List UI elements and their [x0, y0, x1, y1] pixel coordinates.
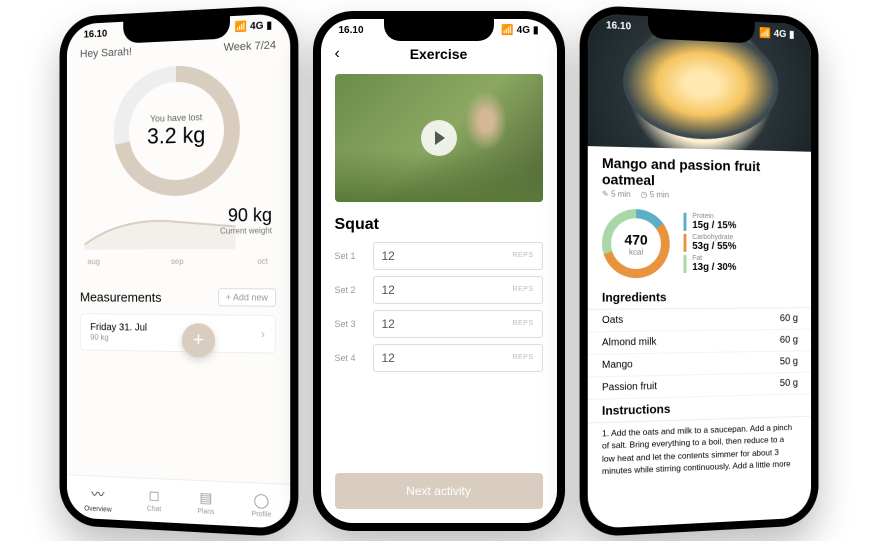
current-weight: 90 kg: [220, 204, 272, 226]
next-activity-button[interactable]: Next activity: [335, 473, 543, 509]
set-row: Set 3 12REPS: [335, 310, 543, 338]
recipe-title: Mango and passion fruit oatmeal: [587, 146, 810, 193]
week-indicator: Week 7/24: [223, 39, 275, 54]
month-label: aug: [87, 257, 100, 266]
status-time: 16.10: [606, 20, 631, 32]
month-label: sep: [171, 256, 184, 265]
calories-value: 470: [624, 230, 647, 246]
measurements-title: Measurements: [79, 289, 161, 304]
measurement-card[interactable]: Friday 31. Jul 90 kg › +: [79, 313, 275, 354]
current-weight-label: Current weight: [220, 226, 272, 236]
ingredient-name: Passion fruit: [601, 381, 656, 393]
status-time: 16.10: [83, 28, 106, 40]
tab-plans[interactable]: ▤Plans: [197, 488, 214, 518]
back-button[interactable]: ‹: [335, 45, 340, 63]
macro-fat: Fat13g / 30%: [683, 254, 798, 272]
set-label: Set 3: [335, 319, 365, 329]
status-signal: 4G: [773, 28, 786, 39]
exercise-name: Squat: [335, 216, 543, 234]
profile-icon: ◯: [251, 491, 271, 509]
reps-input[interactable]: 12REPS: [373, 276, 543, 304]
ingredients-title: Ingredients: [587, 285, 810, 309]
ingredient-row: Oats 60 g: [587, 308, 810, 332]
status-signal: 4G: [250, 20, 263, 32]
macro-protein: Protein15g / 15%: [683, 212, 798, 231]
page-title: Exercise: [410, 46, 468, 62]
signal-icon: 📶: [234, 21, 246, 33]
ingredient-row: Almond milk 60 g: [587, 329, 810, 354]
calories-unit: kcal: [624, 247, 647, 256]
chevron-right-icon: ›: [260, 326, 264, 340]
calorie-ring: 470 kcal: [601, 208, 669, 277]
tab-bar: 〰Overview ◻Chat ▤Plans ◯Profile: [66, 474, 289, 529]
macro-carb: Carbohydrate53g / 55%: [683, 233, 798, 252]
battery-icon: ▮: [533, 25, 539, 36]
set-row: Set 1 12REPS: [335, 242, 543, 270]
chat-icon: ◻: [146, 486, 160, 504]
prep-time: ✎ 5 min: [601, 189, 630, 199]
phone-exercise: 16.10 📶4G▮ ‹ Exercise Squat Set 112REPSS…: [313, 11, 565, 531]
set-label: Set 2: [335, 285, 365, 295]
weight-chart: 90 kg Current weight aug sep oct: [79, 204, 275, 273]
notch: [384, 19, 494, 41]
month-label: oct: [257, 256, 268, 265]
ingredient-amount: 60 g: [779, 334, 797, 345]
ingredient-name: Oats: [601, 314, 622, 325]
notch: [123, 16, 230, 43]
reps-input[interactable]: 12REPS: [373, 344, 543, 372]
battery-icon: ▮: [266, 20, 272, 31]
set-row: Set 4 12REPS: [335, 344, 543, 372]
cook-time: ◷ 5 min: [640, 189, 668, 199]
set-label: Set 1: [335, 251, 365, 261]
reps-input[interactable]: 12REPS: [373, 310, 543, 338]
exercise-video[interactable]: [335, 74, 543, 202]
set-label: Set 4: [335, 353, 365, 363]
measurement-date: Friday 31. Jul: [90, 322, 147, 334]
status-time: 16.10: [339, 25, 364, 36]
progress-ring: You have lost 3.2 kg: [113, 63, 239, 197]
status-signal: 4G: [517, 25, 530, 36]
play-icon: [421, 120, 457, 156]
ingredient-amount: 50 g: [779, 377, 797, 388]
lost-value: 3.2 kg: [147, 122, 205, 150]
phone-overview: 16.10 📶 4G▮ Hey Sarah! Week 7/24 You have…: [59, 4, 298, 537]
add-new-button[interactable]: + Add new: [217, 288, 275, 307]
ingredient-name: Mango: [601, 359, 632, 371]
phone-recipe: 16.10 📶4G▮ Mango and passion fruit oatme…: [579, 4, 818, 537]
reps-input[interactable]: 12REPS: [373, 242, 543, 270]
signal-icon: 📶: [501, 25, 513, 36]
signal-icon: 📶: [759, 27, 771, 38]
ingredient-name: Almond milk: [601, 336, 655, 348]
ingredient-amount: 60 g: [779, 313, 797, 324]
overview-icon: 〰: [84, 483, 111, 504]
instruction-step: 1. Add the oats and milk to a saucepan. …: [587, 416, 810, 482]
ingredient-amount: 50 g: [779, 356, 797, 367]
tab-overview[interactable]: 〰Overview: [84, 483, 111, 513]
tab-profile[interactable]: ◯Profile: [251, 491, 271, 521]
plans-icon: ▤: [197, 488, 214, 506]
add-fab-button[interactable]: +: [181, 323, 214, 358]
greeting: Hey Sarah!: [79, 46, 131, 60]
battery-icon: ▮: [789, 29, 794, 40]
measurement-weight: 90 kg: [90, 332, 147, 342]
notch: [648, 16, 755, 43]
set-row: Set 2 12REPS: [335, 276, 543, 304]
tab-chat[interactable]: ◻Chat: [146, 486, 160, 516]
